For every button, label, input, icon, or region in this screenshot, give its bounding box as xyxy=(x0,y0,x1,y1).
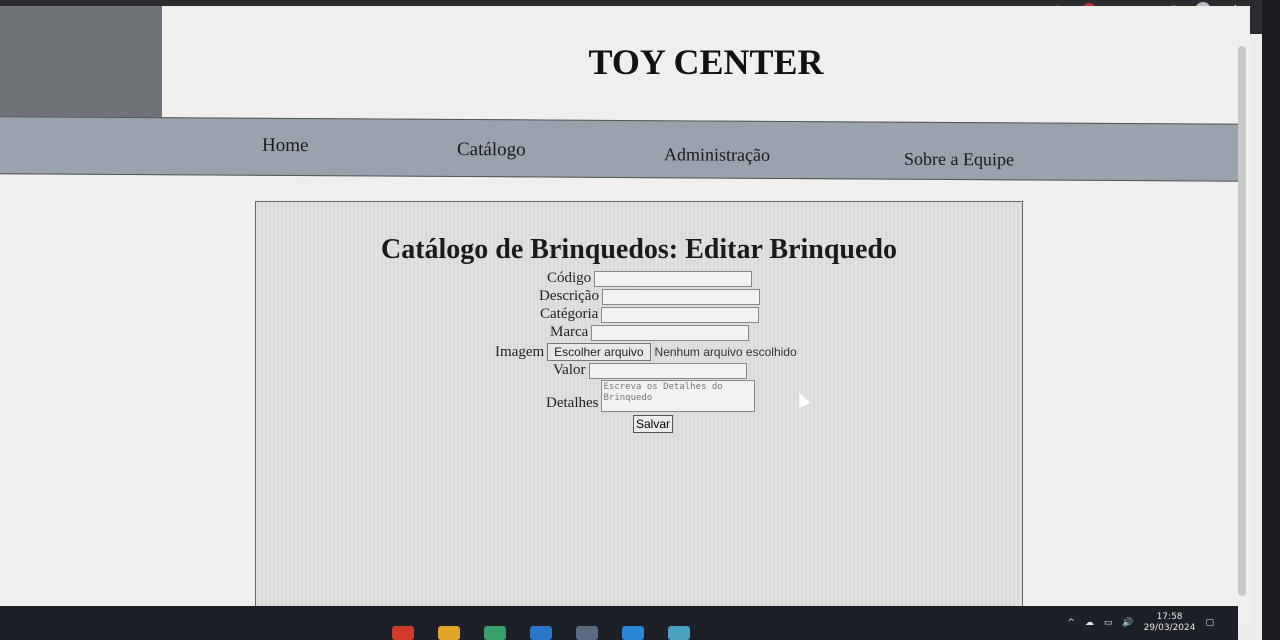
taskbar-apps xyxy=(392,626,690,640)
marca-input[interactable] xyxy=(591,324,750,341)
header-left-block xyxy=(0,6,162,118)
codigo-input[interactable] xyxy=(594,270,753,287)
system-tray: ^ ☁ ▭ 🔊 17:58 29/03/2024 ▢ xyxy=(1067,606,1214,640)
taskbar: ^ ☁ ▭ 🔊 17:58 29/03/2024 ▢ xyxy=(0,606,1238,640)
valor-label: Valor xyxy=(553,362,586,378)
notification-icon[interactable]: ▢ xyxy=(1205,618,1214,628)
imagem-label: Imagem xyxy=(495,343,545,360)
field-codigo: Código xyxy=(547,270,753,287)
edit-toy-panel: Catálogo de Brinquedos: Editar Brinquedo… xyxy=(255,201,1023,633)
categoria-input[interactable] xyxy=(601,306,760,323)
app-chrome-icon[interactable] xyxy=(392,626,414,640)
network-icon[interactable]: ▭ xyxy=(1104,618,1113,628)
field-imagem: Imagem Escolher arquivo Nenhum arquivo e… xyxy=(495,343,797,361)
detalhes-label: Detalhes xyxy=(546,395,599,411)
app-edge-icon[interactable] xyxy=(530,626,552,640)
field-detalhes: Detalhes Escreva os Detalhes do Brinqued… xyxy=(546,380,756,412)
save-button[interactable]: Salvar xyxy=(633,415,674,433)
form-title: Catálogo de Brinquedos: Editar Brinquedo xyxy=(380,234,898,265)
nav-sobre-equipe[interactable]: Sobre a Equipe xyxy=(904,149,1014,171)
clock[interactable]: 17:58 29/03/2024 xyxy=(1144,612,1196,634)
web-page: TOY CENTER Home Catálogo Administração S… xyxy=(0,6,1250,633)
cloud-icon[interactable]: ☁ xyxy=(1085,618,1094,628)
valor-input[interactable] xyxy=(588,362,747,379)
chevron-up-icon[interactable]: ^ xyxy=(1067,618,1075,628)
field-valor: Valor xyxy=(553,362,747,379)
field-marca: Marca xyxy=(550,324,750,341)
page-scrollbar[interactable] xyxy=(1238,46,1246,596)
choose-file-button[interactable]: Escolher arquivo xyxy=(547,343,651,361)
clock-time: 17:58 xyxy=(1156,612,1183,622)
file-status-text: Nenhum arquivo escolhido xyxy=(654,345,797,359)
clock-date: 29/03/2024 xyxy=(1143,623,1196,633)
nav-home[interactable]: Home xyxy=(262,135,308,157)
app-misc-icon[interactable] xyxy=(668,626,690,640)
codigo-label: Código xyxy=(547,270,592,286)
monitor-screen: ☆ ⧉ ≡ ▯ ⋮ TOY CENTER Home Catálogo Admin… xyxy=(0,0,1262,640)
app-store-icon[interactable] xyxy=(484,626,506,640)
app-folder-icon[interactable] xyxy=(438,626,460,640)
nav-administracao[interactable]: Administração xyxy=(664,144,770,166)
nav-bar: Home Catálogo Administração Sobre a Equi… xyxy=(0,116,1245,182)
descricao-label: Descrição xyxy=(539,288,599,304)
field-descricao: Descrição xyxy=(539,288,760,305)
app-vscode-icon[interactable] xyxy=(622,626,644,640)
categoria-label: Catégoria xyxy=(540,306,599,322)
field-categoria: Catégoria xyxy=(540,306,760,323)
descricao-input[interactable] xyxy=(601,288,760,305)
site-title: TOY CENTER xyxy=(588,42,824,82)
marca-label: Marca xyxy=(550,324,589,340)
volume-icon[interactable]: 🔊 xyxy=(1122,618,1133,628)
detalhes-textarea[interactable]: Escreva os Detalhes do Brinquedo xyxy=(601,380,756,412)
app-explorer-icon[interactable] xyxy=(576,626,598,640)
nav-catalogo[interactable]: Catálogo xyxy=(457,139,526,161)
